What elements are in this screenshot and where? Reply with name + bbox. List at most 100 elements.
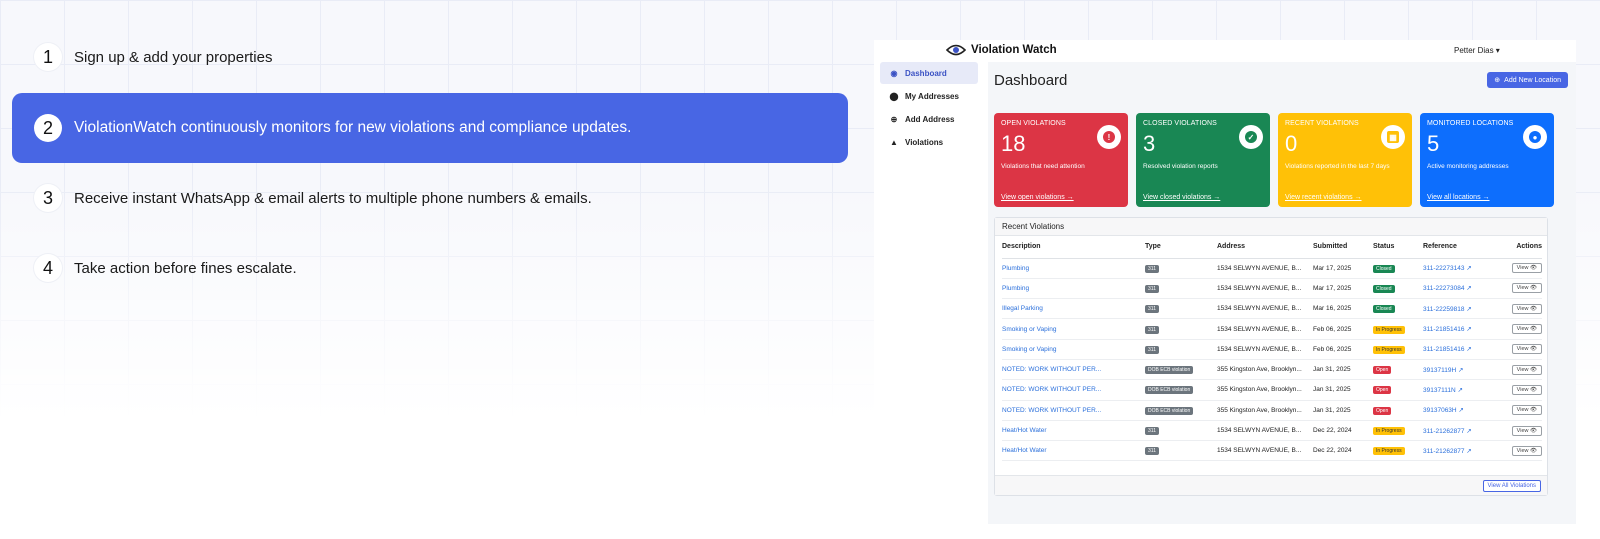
address-cell: 1534 SELWYN AVENUE, B... xyxy=(1217,339,1313,360)
sidebar-item-my-addresses[interactable]: ⬤ My Addresses xyxy=(880,85,978,107)
submitted-cell: Dec 22, 2024 xyxy=(1313,420,1373,442)
actions-cell: View 👁 xyxy=(1507,339,1542,360)
step-3[interactable]: 3 Receive instant WhatsApp & email alert… xyxy=(12,183,848,213)
status-badge: In Progress xyxy=(1373,345,1405,354)
type-badge: DOB ECB violation xyxy=(1145,386,1194,395)
reference-link[interactable]: 39137111N ↗ xyxy=(1423,379,1507,401)
view-button[interactable]: View 👁 xyxy=(1511,384,1542,395)
actions-cell: View 👁 xyxy=(1507,420,1542,442)
view-button[interactable]: View 👁 xyxy=(1511,445,1542,456)
reference-link[interactable]: 311-21262877 ↗ xyxy=(1423,440,1507,462)
violation-description-link[interactable]: Plumbing xyxy=(1002,258,1145,279)
view-recent-violations-link[interactable]: View recent violations → xyxy=(1285,194,1362,201)
violation-description-link[interactable]: NOTED: WORK WITHOUT PER... xyxy=(1002,359,1145,381)
add-new-location-button[interactable]: ⊕ Add New Location xyxy=(1487,72,1568,88)
violation-description-link[interactable]: Illegal Parking xyxy=(1002,298,1145,320)
address-cell: 1534 SELWYN AVENUE, B... xyxy=(1217,440,1313,462)
view-button[interactable]: View 👁 xyxy=(1511,344,1542,355)
violation-description-link[interactable]: Heat/Hot Water xyxy=(1002,420,1145,442)
violation-description-link[interactable]: NOTED: WORK WITHOUT PER... xyxy=(1002,379,1145,401)
card-subtitle: Violations that need attention xyxy=(1001,163,1085,170)
address-cell: 1534 SELWYN AVENUE, B... xyxy=(1217,420,1313,442)
submitted-cell: Mar 17, 2025 xyxy=(1313,278,1373,300)
reference-link[interactable]: 39137119H ↗ xyxy=(1423,359,1507,381)
alert-icon: ! xyxy=(1097,125,1121,149)
stat-cards: OPEN VIOLATIONS 18 Violations that need … xyxy=(994,113,1554,207)
violation-description-link[interactable]: Plumbing xyxy=(1002,278,1145,300)
view-button[interactable]: View 👁 xyxy=(1511,364,1542,375)
violations-table: Description Type Address Submitted Statu… xyxy=(1002,236,1542,462)
status-badge: Open xyxy=(1373,366,1392,375)
type-cell: DOB ECB violation xyxy=(1145,379,1217,401)
sidebar-item-label: Dashboard xyxy=(905,68,947,78)
violation-description-link[interactable]: Smoking or Vaping xyxy=(1002,318,1145,340)
address-cell: 1534 SELWYN AVENUE, B... xyxy=(1217,278,1313,300)
reference-link[interactable]: 311-21262877 ↗ xyxy=(1423,420,1507,442)
step-number: 1 xyxy=(34,43,62,71)
view-all-locations-link[interactable]: View all locations → xyxy=(1427,194,1490,201)
calendar-icon: ▦ xyxy=(1381,125,1405,149)
type-badge: 311 xyxy=(1145,427,1159,436)
reference-link[interactable]: 39137063H ↗ xyxy=(1423,400,1507,421)
sidebar-item-add-address[interactable]: ⊕ Add Address xyxy=(880,108,978,130)
submitted-cell: Jan 31, 2025 xyxy=(1313,379,1373,401)
sidebar-item-dashboard[interactable]: ◉ Dashboard xyxy=(880,62,978,84)
table-row: NOTED: WORK WITHOUT PER... DOB ECB violat… xyxy=(1002,400,1542,421)
table-row: Smoking or Vaping 311 1534 SELWYN AVENUE, … xyxy=(1002,339,1542,360)
view-all-violations-button[interactable]: View All Violations xyxy=(1482,480,1541,492)
status-cell: Open xyxy=(1373,359,1423,381)
type-badge: DOB ECB violation xyxy=(1145,406,1194,415)
reference-link[interactable]: 311-21851416 ↗ xyxy=(1423,318,1507,340)
step-1[interactable]: 1 Sign up & add your properties xyxy=(12,42,848,72)
card-subtitle: Active monitoring addresses xyxy=(1427,163,1509,170)
panel-footer: View All Violations xyxy=(995,475,1547,495)
closed-violations-card: CLOSED VIOLATIONS 3 Resolved violation r… xyxy=(1136,113,1270,207)
submitted-cell: Mar 16, 2025 xyxy=(1313,298,1373,320)
dashboard-icon: ◉ xyxy=(890,68,898,78)
panel-title: Recent Violations xyxy=(995,218,1547,236)
actions-cell: View 👁 xyxy=(1507,278,1542,300)
plus-circle-icon: ⊕ xyxy=(890,114,898,124)
brand-name: Violation Watch xyxy=(971,44,1057,56)
column-header: Submitted xyxy=(1313,236,1373,259)
violation-description-link[interactable]: NOTED: WORK WITHOUT PER... xyxy=(1002,400,1145,421)
view-button[interactable]: View 👁 xyxy=(1511,425,1542,436)
location-pin-icon: ⬤ xyxy=(889,91,899,101)
dashboard-preview: Violation Watch Petter Dias ▾ ◉ Dashboar… xyxy=(874,40,1576,524)
column-header: Reference xyxy=(1423,236,1507,259)
step-2[interactable]: 2 ViolationWatch continuously monitors f… xyxy=(12,93,848,163)
view-button[interactable]: View 👁 xyxy=(1511,263,1542,274)
status-cell: In Progress xyxy=(1373,339,1423,360)
status-cell: In Progress xyxy=(1373,440,1423,462)
status-cell: Closed xyxy=(1373,298,1423,320)
view-button[interactable]: View 👁 xyxy=(1511,405,1542,416)
view-open-violations-link[interactable]: View open violations → xyxy=(1001,194,1074,201)
violation-description-link[interactable]: Smoking or Vaping xyxy=(1002,339,1145,360)
table-row: Heat/Hot Water 311 1534 SELWYN AVENUE, B..… xyxy=(1002,420,1542,442)
table-row: Heat/Hot Water 311 1534 SELWYN AVENUE, B..… xyxy=(1002,440,1542,462)
step-4[interactable]: 4 Take action before fines escalate. xyxy=(12,253,848,283)
view-button[interactable]: View 👁 xyxy=(1511,283,1542,294)
view-button[interactable]: View 👁 xyxy=(1511,324,1542,335)
reference-link[interactable]: 311-21851416 ↗ xyxy=(1423,339,1507,360)
address-cell: 1534 SELWYN AVENUE, B... xyxy=(1217,298,1313,320)
submitted-cell: Feb 06, 2025 xyxy=(1313,339,1373,360)
type-badge: 311 xyxy=(1145,345,1159,354)
reference-link[interactable]: 311-22259818 ↗ xyxy=(1423,298,1507,320)
type-cell: DOB ECB violation xyxy=(1145,359,1217,381)
reference-link[interactable]: 311-22273084 ↗ xyxy=(1423,278,1507,300)
table-header-row: Description Type Address Submitted Statu… xyxy=(1002,236,1542,259)
brand-logo[interactable]: Violation Watch xyxy=(946,44,1057,56)
status-badge: Closed xyxy=(1373,264,1395,273)
status-badge: In Progress xyxy=(1373,427,1405,436)
submitted-cell: Dec 22, 2024 xyxy=(1313,440,1373,462)
violation-description-link[interactable]: Heat/Hot Water xyxy=(1002,440,1145,462)
user-menu[interactable]: Petter Dias ▾ xyxy=(1454,46,1500,55)
status-badge: Open xyxy=(1373,386,1392,395)
sidebar-item-label: Add Address xyxy=(905,114,955,124)
reference-link[interactable]: 311-22273143 ↗ xyxy=(1423,258,1507,279)
sidebar-item-label: Violations xyxy=(905,137,944,147)
sidebar-item-violations[interactable]: ▲ Violations xyxy=(880,131,978,153)
view-button[interactable]: View 👁 xyxy=(1511,303,1542,314)
view-closed-violations-link[interactable]: View closed violations → xyxy=(1143,194,1220,201)
